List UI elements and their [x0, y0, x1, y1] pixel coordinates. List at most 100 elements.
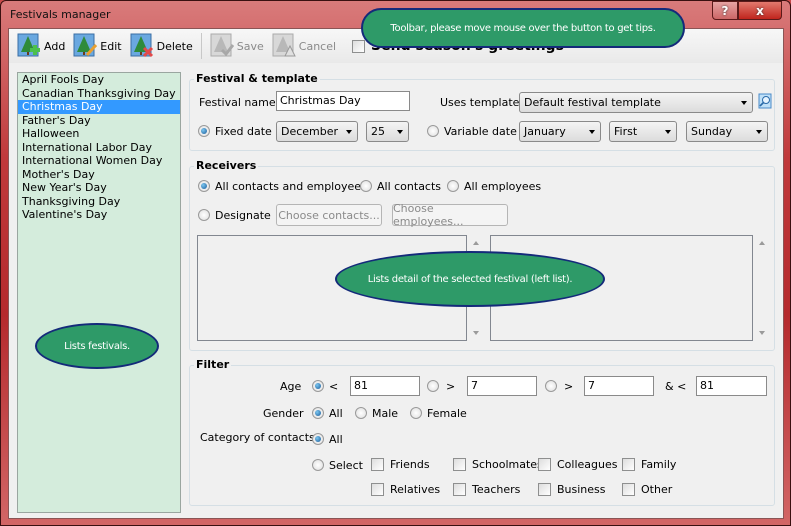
template-select[interactable]: Default festival template: [519, 92, 753, 113]
category-checkbox-teachers[interactable]: Teachers: [453, 483, 520, 496]
festival-list[interactable]: April Fools Day Canadian Thanksgiving Day…: [17, 72, 181, 513]
save-button-label: Save: [236, 39, 264, 53]
festival-list-item[interactable]: New Year's Day: [18, 181, 180, 195]
festival-template-title: Festival & template: [194, 72, 320, 85]
category-checkbox-label: Teachers: [472, 483, 521, 496]
festival-list-item[interactable]: Christmas Day: [18, 100, 180, 114]
scroll-down-icon[interactable]: [759, 331, 765, 335]
filter-title: Filter: [194, 358, 232, 371]
category-checkbox-family[interactable]: Family: [622, 458, 676, 471]
receivers-designate-radio[interactable]: [198, 209, 210, 221]
close-button[interactable]: x: [738, 1, 782, 20]
receivers-all-radio[interactable]: [198, 180, 210, 192]
checkbox-box[interactable]: [622, 458, 635, 471]
scroll-up-icon[interactable]: [473, 241, 479, 245]
gender-female-label: Female: [427, 407, 467, 420]
age-between-min-input[interactable]: 7: [584, 376, 654, 396]
receivers-title: Receivers: [194, 159, 259, 172]
gender-female-radio[interactable]: [410, 407, 422, 419]
delete-button[interactable]: Delete: [126, 31, 197, 61]
category-select-radio[interactable]: [312, 459, 324, 471]
age-less-than-input[interactable]: 81: [350, 376, 420, 396]
checkbox-box[interactable]: [538, 483, 551, 496]
category-checkbox-label: Business: [557, 483, 606, 496]
checkbox-box[interactable]: [371, 458, 384, 471]
variable-week-select[interactable]: First: [609, 121, 677, 142]
gender-male-radio[interactable]: [355, 407, 367, 419]
choose-employees-button[interactable]: Choose employees...: [392, 202, 508, 228]
age-label: Age: [280, 380, 302, 393]
checkbox-box[interactable]: [538, 458, 551, 471]
scroll-up-icon[interactable]: [759, 241, 765, 245]
receivers-contacts-label: All contacts: [377, 180, 442, 193]
add-button[interactable]: Add: [13, 31, 69, 61]
category-checkbox-relatives[interactable]: Relatives: [371, 483, 440, 496]
age-between-max-input[interactable]: 81: [696, 376, 767, 396]
preview-template-icon[interactable]: [758, 93, 772, 109]
choose-contacts-button[interactable]: Choose contacts...: [276, 204, 382, 226]
cancel-button[interactable]: Cancel: [268, 31, 340, 61]
tree-add-icon: [17, 33, 41, 59]
fixed-day-select[interactable]: 25: [366, 121, 409, 142]
age-less-than-radio[interactable]: [312, 380, 324, 392]
chevron-down-icon: [589, 130, 595, 134]
age-between-radio[interactable]: [545, 380, 557, 392]
age-greater-than-input[interactable]: 7: [467, 376, 537, 396]
category-all-radio[interactable]: [312, 433, 324, 445]
uses-template-label: Uses template: [440, 96, 520, 109]
festival-list-item[interactable]: Thanksgiving Day: [18, 195, 180, 209]
checkbox-box[interactable]: [622, 483, 635, 496]
employees-scrollbar[interactable]: [755, 235, 769, 341]
chevron-down-icon: [756, 130, 762, 134]
chevron-down-icon: [397, 130, 403, 134]
festival-list-item[interactable]: Father's Day: [18, 114, 180, 128]
tree-edit-icon: [73, 33, 98, 59]
fixed-date-radio[interactable]: [198, 125, 210, 137]
festival-list-item[interactable]: International Women Day: [18, 154, 180, 168]
delete-button-label: Delete: [156, 39, 193, 53]
help-button[interactable]: ?: [712, 1, 738, 20]
festival-list-item[interactable]: Valentine's Day: [18, 208, 180, 222]
checkbox-box[interactable]: [453, 483, 466, 496]
edit-button[interactable]: Edit: [69, 31, 125, 61]
festival-list-item[interactable]: Halloween: [18, 127, 180, 141]
festivals-manager-window: Festivals manager ? x Add Edit Delete Sa…: [0, 0, 791, 526]
festival-list-item[interactable]: Canadian Thanksgiving Day: [18, 87, 180, 101]
variable-month-value: January: [524, 125, 566, 138]
tree-delete-icon: [130, 33, 154, 59]
festival-name-input[interactable]: Christmas Day: [276, 91, 410, 111]
receivers-employees-radio[interactable]: [447, 180, 459, 192]
age-greater-than-radio[interactable]: [427, 380, 439, 392]
festival-list-item[interactable]: April Fools Day: [18, 73, 180, 87]
fixed-month-select[interactable]: December: [276, 121, 358, 142]
template-select-value: Default festival template: [524, 96, 661, 109]
category-checkbox-label: Friends: [390, 458, 430, 471]
save-button[interactable]: Save: [206, 31, 268, 61]
category-checkbox-colleagues[interactable]: Colleagues: [538, 458, 617, 471]
details-callout: Lists detail of the selected festival (l…: [335, 251, 605, 307]
festival-list-item[interactable]: Mother's Day: [18, 168, 180, 182]
festival-list-item[interactable]: International Labor Day: [18, 141, 180, 155]
category-checkbox-label: Other: [641, 483, 673, 496]
scroll-down-icon[interactable]: [473, 331, 479, 335]
tree-save-icon: [210, 33, 234, 59]
variable-month-select[interactable]: January: [519, 121, 601, 142]
client-area: Add Edit Delete Save Cancel April Fools …: [8, 8, 784, 519]
checkbox-box[interactable]: [371, 483, 384, 496]
receivers-contacts-radio[interactable]: [360, 180, 372, 192]
festival-name-label: Festival name: [199, 96, 276, 109]
age-between-gt-symbol: >: [564, 380, 574, 393]
checkbox-box[interactable]: [453, 458, 466, 471]
category-checkbox-friends[interactable]: Friends: [371, 458, 430, 471]
variable-date-radio[interactable]: [427, 125, 439, 137]
category-checkbox-schoolmates[interactable]: Schoolmates: [453, 458, 543, 471]
category-checkbox-label: Colleagues: [557, 458, 618, 471]
chevron-down-icon: [665, 130, 671, 134]
category-checkbox-business[interactable]: Business: [538, 483, 606, 496]
variable-weekday-select[interactable]: Sunday: [686, 121, 768, 142]
send-greetings-check[interactable]: [352, 39, 366, 53]
tree-cancel-icon: [272, 33, 296, 59]
variable-week-value: First: [614, 125, 638, 138]
gender-all-radio[interactable]: [312, 407, 324, 419]
category-checkbox-other[interactable]: Other: [622, 483, 672, 496]
